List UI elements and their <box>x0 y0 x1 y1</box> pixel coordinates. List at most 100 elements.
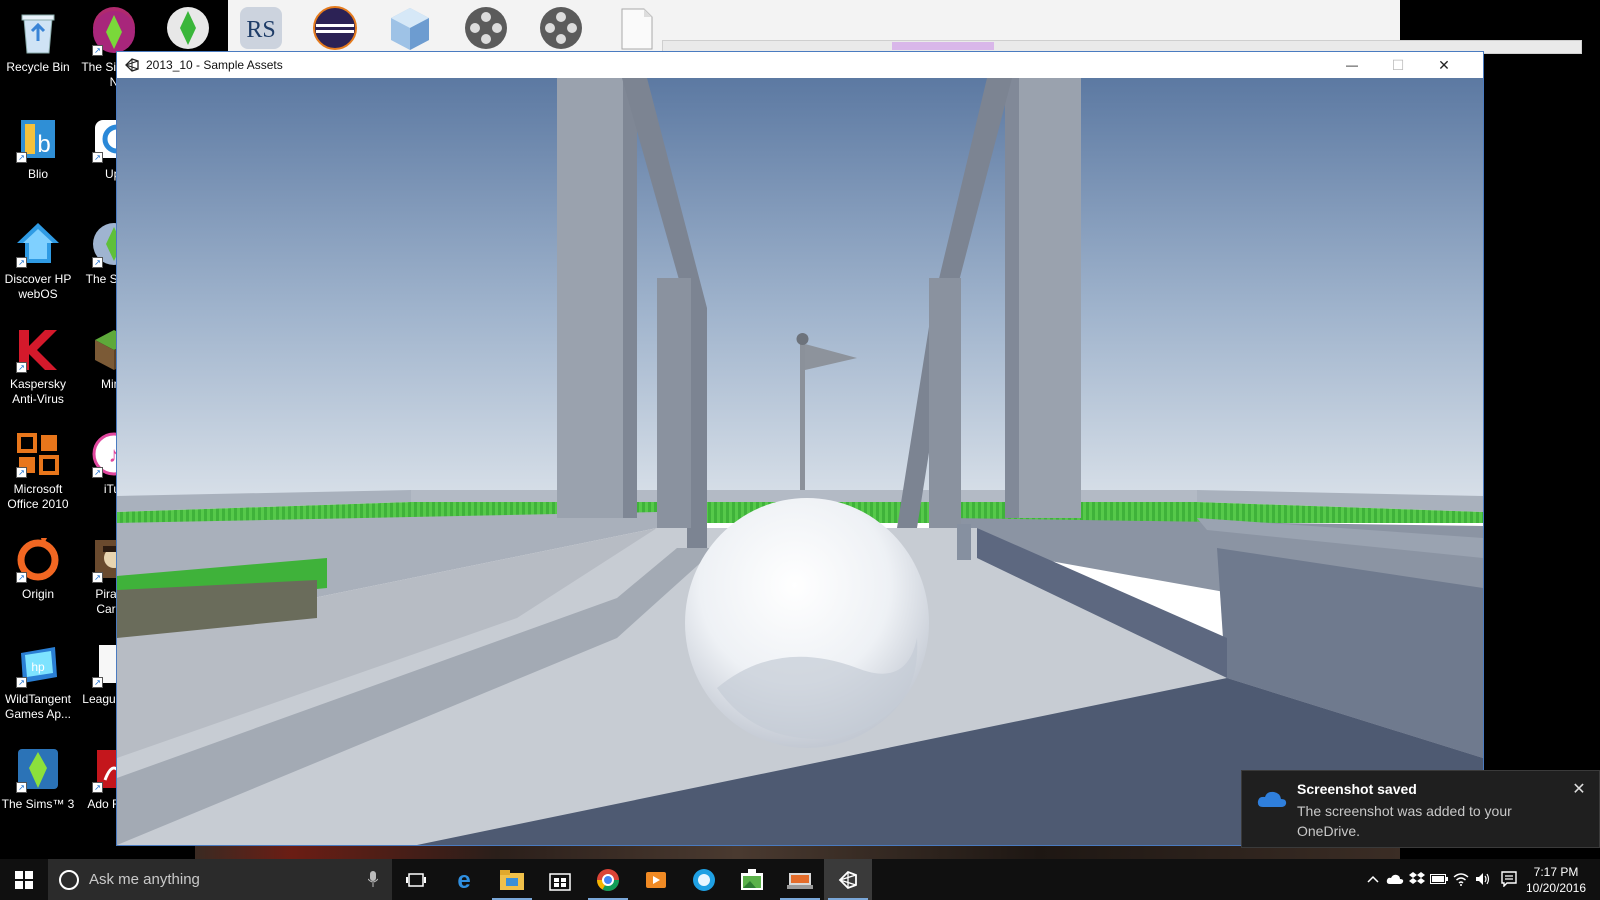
close-icon: ✕ <box>1438 56 1450 73</box>
skype-button[interactable] <box>680 859 728 900</box>
battery-icon <box>1430 874 1448 884</box>
taskbar: Ask me anything e 7:17 PM 10/20/2016 <box>0 859 1600 900</box>
dropbox-tray-button[interactable] <box>1408 870 1426 888</box>
action-center-button[interactable] <box>1500 870 1518 888</box>
flag-pole-cap <box>796 333 809 345</box>
hp-webos-icon: ↗ <box>14 220 62 268</box>
media-player-icon <box>646 871 666 888</box>
store-icon <box>549 872 571 891</box>
unity-game-window[interactable]: 2013_10 - Sample Assets — ☐ ✕ <box>116 51 1484 846</box>
eclipse-icon[interactable] <box>309 4 361 52</box>
shortcut-arrow-icon: ↗ <box>16 782 27 793</box>
search-placeholder: Ask me anything <box>89 871 200 888</box>
sims-diamond-icon[interactable] <box>162 4 214 52</box>
svg-text:e: e <box>457 868 470 892</box>
pillar-left-side <box>623 78 637 518</box>
shortcut-arrow-icon: ↗ <box>92 152 103 163</box>
virtualbox-icon[interactable] <box>384 4 436 52</box>
battery-tray-button[interactable] <box>1430 870 1448 888</box>
blank-file-icon[interactable] <box>610 4 662 52</box>
maximize-icon: ☐ <box>1391 56 1405 73</box>
shortcut-arrow-icon: ↗ <box>16 467 27 478</box>
recycle-bin-icon <box>14 8 62 56</box>
flag-pole <box>800 340 805 490</box>
desktop-icon-label: Kaspersky Anti-Virus <box>9 377 67 406</box>
desktop-icon-kaspersky[interactable]: ↗ Kaspersky Anti-Virus <box>0 317 76 417</box>
toast-close-button[interactable]: ✕ <box>1569 779 1589 799</box>
kaspersky-icon: ↗ <box>14 325 62 373</box>
svg-text:hp: hp <box>31 660 45 674</box>
microphone-icon[interactable] <box>368 871 378 887</box>
store-button[interactable] <box>536 859 584 900</box>
desktop-icon-label: Origin <box>21 587 54 601</box>
desktop-icon-blio[interactable]: b ↗ Blio <box>0 107 76 207</box>
desktop-icon-office[interactable]: ↗ Microsoft Office 2010 <box>0 422 76 522</box>
clock[interactable]: 7:17 PM 10/20/2016 <box>1524 864 1588 896</box>
unity-icon <box>838 870 857 889</box>
desktop-icon-recycle-bin[interactable]: Recycle Bin <box>0 0 76 100</box>
toast-message: The screenshot was added to your OneDriv… <box>1297 803 1512 839</box>
shortcut-arrow-icon: ↗ <box>92 572 103 583</box>
desktop-icon-wildtangent[interactable]: hp ↗ WildTangent Games Ap... <box>0 632 76 732</box>
shortcut-arrow-icon: ↗ <box>16 257 27 268</box>
shortcut-arrow-icon: ↗ <box>92 677 103 688</box>
desktop-icon-sims3[interactable]: ↗ The Sims™ 3 <box>0 737 76 837</box>
task-view-icon <box>406 872 426 887</box>
windows-logo-icon <box>15 870 33 889</box>
film-reel-icon[interactable] <box>535 4 587 52</box>
desktop-icon-hp-webos[interactable]: ↗ Discover HP webOS <box>0 212 76 312</box>
wifi-icon <box>1453 873 1469 886</box>
game-button[interactable] <box>776 859 824 900</box>
origin-icon: ↗ <box>14 535 62 583</box>
file-explorer-icon <box>500 869 524 890</box>
pillar-left-front <box>557 78 623 518</box>
post <box>957 524 971 560</box>
skype-icon <box>693 868 715 891</box>
task-view-button[interactable] <box>392 859 440 900</box>
chrome-icon <box>597 868 619 891</box>
rs-icon[interactable]: RS <box>235 4 287 52</box>
close-button[interactable]: ✕ <box>1421 52 1467 78</box>
show-hidden-icons-button[interactable] <box>1364 870 1382 888</box>
film-reel-icon[interactable] <box>460 4 512 52</box>
shortcut-arrow-icon: ↗ <box>92 257 103 268</box>
notification-toast[interactable]: Screenshot saved The screenshot was adde… <box>1241 770 1600 848</box>
desktop-icon-label: Recycle Bin <box>6 60 70 74</box>
shortcut-arrow-icon: ↗ <box>16 152 27 163</box>
window-titlebar[interactable]: 2013_10 - Sample Assets — ☐ ✕ <box>117 52 1483 78</box>
file-explorer-button[interactable] <box>488 859 536 900</box>
media-player-button[interactable] <box>632 859 680 900</box>
edge-button[interactable]: e <box>440 859 488 900</box>
background-window-tab[interactable] <box>892 42 994 50</box>
shortcut-arrow-icon: ↗ <box>16 677 27 688</box>
network-tray-button[interactable] <box>1452 870 1470 888</box>
desktop-icon-label: WildTangent Games Ap... <box>4 692 72 721</box>
toast-title: Screenshot saved <box>1297 781 1417 797</box>
game-viewport[interactable] <box>117 78 1483 845</box>
shortcut-arrow-icon: ↗ <box>92 782 103 793</box>
dropbox-icon <box>1409 872 1425 884</box>
pillar-left-inner <box>657 278 691 528</box>
window-title: 2013_10 - Sample Assets <box>146 58 283 72</box>
onedrive-tray-button[interactable] <box>1386 870 1404 888</box>
pillar-right-inner <box>929 278 961 528</box>
photos-icon <box>741 868 763 890</box>
volume-tray-button[interactable] <box>1474 870 1492 888</box>
maximize-button[interactable]: ☐ <box>1375 52 1421 78</box>
desktop-icon-origin[interactable]: ↗ Origin <box>0 527 76 627</box>
desktop-icon-label: The Sims™ 3 <box>1 797 75 811</box>
chrome-button[interactable] <box>584 859 632 900</box>
sims-late-night-icon: ↗ <box>90 8 138 56</box>
minimize-button[interactable]: — <box>1329 52 1375 78</box>
wildtangent-icon: hp ↗ <box>14 640 62 688</box>
start-button[interactable] <box>0 859 48 900</box>
search-box[interactable]: Ask me anything <box>48 859 392 900</box>
desktop-icon-label: Blio <box>27 167 48 181</box>
photos-button[interactable] <box>728 859 776 900</box>
shortcut-arrow-icon: ↗ <box>16 572 27 583</box>
unity-logo-icon <box>124 57 140 73</box>
unity-taskbar-button[interactable] <box>824 859 872 900</box>
shortcut-arrow-icon: ↗ <box>92 467 103 478</box>
volume-icon <box>1476 873 1490 885</box>
pillar-right-front <box>1019 78 1081 518</box>
